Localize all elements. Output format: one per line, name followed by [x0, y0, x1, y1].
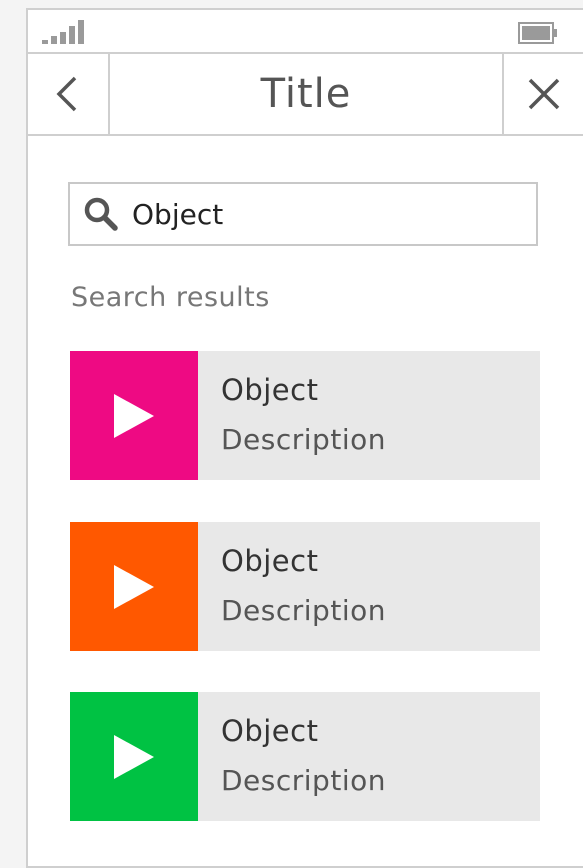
search-results-heading: Search results — [71, 282, 270, 313]
result-item[interactable]: Object Description — [70, 692, 540, 821]
battery-icon — [518, 22, 557, 44]
result-item[interactable]: Object Description — [70, 351, 540, 480]
result-item[interactable]: Object Description — [70, 522, 540, 651]
page-title: Title — [260, 71, 352, 117]
play-icon — [114, 734, 154, 779]
play-icon — [114, 393, 154, 438]
result-thumbnail — [70, 692, 198, 821]
navigation-bar: Title — [28, 54, 583, 136]
result-description: Description — [221, 764, 386, 797]
search-field[interactable] — [68, 182, 538, 246]
close-button[interactable] — [502, 54, 583, 134]
result-description: Description — [221, 423, 386, 456]
chevron-left-icon — [56, 76, 77, 112]
signal-icon — [42, 20, 84, 44]
result-title: Object — [221, 714, 319, 748]
result-description: Description — [221, 594, 386, 627]
result-title: Object — [221, 544, 319, 578]
play-icon — [114, 564, 154, 609]
result-thumbnail — [70, 522, 198, 651]
result-thumbnail — [70, 351, 198, 480]
back-button[interactable] — [28, 54, 110, 134]
phone-frame: Title Search results Object Description — [26, 8, 583, 868]
search-icon — [84, 197, 118, 231]
result-title: Object — [221, 373, 319, 407]
close-icon — [528, 78, 560, 110]
status-bar — [28, 10, 583, 54]
search-input[interactable] — [132, 184, 522, 244]
